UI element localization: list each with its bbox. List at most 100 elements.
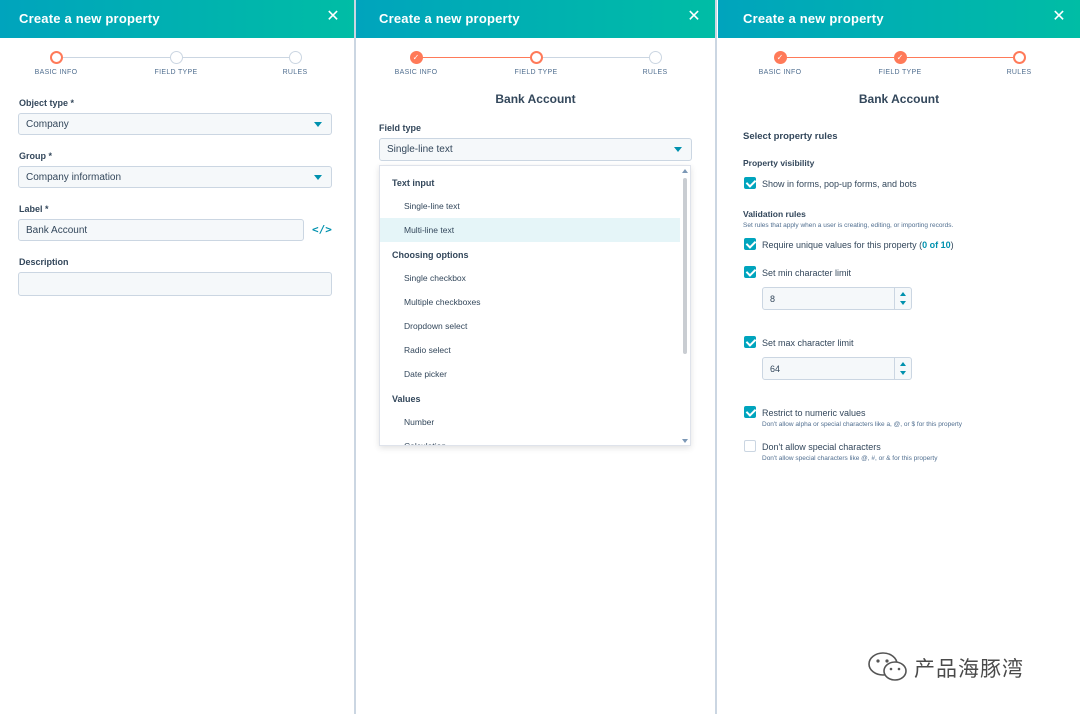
field-type-dropdown-menu: Text input Single-line text Multi-line t… <box>379 165 691 446</box>
field-type-label: Field type <box>379 123 422 133</box>
group-value: Company information <box>26 172 122 183</box>
step-label-rules: RULES <box>1006 69 1032 76</box>
step-label-rules: RULES <box>282 69 308 76</box>
menu-option-multi-line-text[interactable]: Multi-line text <box>380 218 680 242</box>
require-unique-checkbox[interactable] <box>744 238 756 250</box>
stepper: ✓ ✓ BASIC INFO FIELD TYPE RULES <box>718 50 1080 80</box>
panel-rules: Create a new property ✕ ✓ ✓ BASIC INFO F… <box>718 0 1080 714</box>
numeric-checkbox[interactable] <box>744 406 756 418</box>
label-value: Bank Account <box>26 225 88 236</box>
max-char-input[interactable]: 64 <box>762 357 912 380</box>
step-label-rules: RULES <box>642 69 668 76</box>
min-char-label: Set min character limit <box>762 268 852 278</box>
min-char-input[interactable]: 8 <box>762 287 912 310</box>
menu-option-date-picker[interactable]: Date picker <box>380 362 680 386</box>
step-line <box>542 57 649 58</box>
menu-group-choosing-options: Choosing options <box>392 250 469 260</box>
step-label-basic-info: BASIC INFO <box>394 69 438 76</box>
property-title: Bank Account <box>858 92 940 106</box>
menu-option-single-line-text[interactable]: Single-line text <box>380 194 680 218</box>
step-dot-field-type[interactable] <box>169 51 183 64</box>
wechat-watermark: 产品海豚湾 <box>866 650 1051 684</box>
step-line <box>62 57 170 58</box>
step-dot-rules[interactable] <box>288 51 302 64</box>
code-icon[interactable]: </> <box>312 223 332 236</box>
modal-title: Create a new property <box>379 11 520 26</box>
check-icon[interactable]: ✓ <box>409 51 423 64</box>
modal-header: Create a new property ✕ <box>0 0 354 38</box>
menu-option-number[interactable]: Number <box>380 410 680 434</box>
check-icon[interactable]: ✓ <box>893 51 907 64</box>
chevron-down-icon <box>314 175 322 180</box>
field-type-select[interactable]: Single-line text <box>379 138 692 161</box>
require-unique-label: Require unique values for this property … <box>762 240 954 250</box>
min-char-checkbox[interactable] <box>744 266 756 278</box>
step-line <box>786 57 894 58</box>
step-dot-rules[interactable] <box>1012 51 1026 64</box>
stepper-arrows-icon[interactable] <box>894 288 911 309</box>
property-visibility-label: Property visibility <box>743 158 815 168</box>
scroll-down-icon[interactable] <box>682 439 688 443</box>
description-label: Description <box>19 257 69 267</box>
scroll-up-icon[interactable] <box>682 169 688 173</box>
max-char-checkbox[interactable] <box>744 336 756 348</box>
validation-help-text: Set rules that apply when a user is crea… <box>743 222 954 229</box>
modal-header: Create a new property ✕ <box>356 0 715 38</box>
close-icon[interactable]: ✕ <box>323 7 343 27</box>
step-line <box>906 57 1013 58</box>
rules-section-title: Select property rules <box>743 131 838 142</box>
stepper: BASIC INFO FIELD TYPE RULES <box>0 50 354 80</box>
menu-option-dropdown-select[interactable]: Dropdown select <box>380 314 680 338</box>
property-title: Bank Account <box>495 92 576 106</box>
min-char-value: 8 <box>770 294 776 304</box>
step-line <box>182 57 289 58</box>
show-in-forms-label: Show in forms, pop-up forms, and bots <box>762 179 917 189</box>
close-icon[interactable]: ✕ <box>684 7 704 27</box>
menu-group-values: Values <box>392 394 421 404</box>
validation-rules-label: Validation rules <box>743 209 806 219</box>
close-icon[interactable]: ✕ <box>1049 7 1069 27</box>
panel-field-type: Create a new property ✕ ✓ BASIC INFO FIE… <box>356 0 715 714</box>
step-label-field-type: FIELD TYPE <box>878 69 922 76</box>
wechat-icon <box>868 652 907 681</box>
step-dot-rules[interactable] <box>648 51 662 64</box>
max-char-label: Set max character limit <box>762 338 854 348</box>
menu-option-calculation[interactable]: Calculation <box>380 434 680 445</box>
special-chars-checkbox[interactable] <box>744 440 756 452</box>
object-type-select[interactable]: Company <box>18 113 332 135</box>
step-label-field-type: FIELD TYPE <box>154 69 198 76</box>
check-icon[interactable]: ✓ <box>773 51 787 64</box>
step-label-basic-info: BASIC INFO <box>758 69 802 76</box>
special-chars-help-text: Don't allow special characters like @, #… <box>762 455 938 462</box>
group-select[interactable]: Company information <box>18 166 332 188</box>
modal-title: Create a new property <box>743 11 884 26</box>
step-label-basic-info: BASIC INFO <box>34 69 78 76</box>
scrollbar-thumb[interactable] <box>683 178 687 354</box>
label-input[interactable]: Bank Account <box>18 219 304 241</box>
panel-divider <box>715 0 717 714</box>
show-in-forms-checkbox[interactable] <box>744 177 756 189</box>
step-label-field-type: FIELD TYPE <box>514 69 558 76</box>
step-dot-field-type[interactable] <box>529 51 543 64</box>
step-dot-basic-info[interactable] <box>49 51 63 64</box>
special-chars-label: Don't allow special characters <box>762 442 881 452</box>
menu-option-multiple-checkboxes[interactable]: Multiple checkboxes <box>380 290 680 314</box>
modal-title: Create a new property <box>19 11 160 26</box>
chevron-down-icon <box>674 147 682 152</box>
object-type-label: Object type * <box>19 98 75 108</box>
modal-header: Create a new property ✕ <box>718 0 1080 38</box>
description-input[interactable] <box>18 272 332 296</box>
object-type-value: Company <box>26 119 69 130</box>
step-line <box>422 57 530 58</box>
unique-count: 0 of 10 <box>922 240 951 250</box>
chevron-down-icon <box>314 122 322 127</box>
group-label: Group * <box>19 151 52 161</box>
numeric-help-text: Don't allow alpha or special characters … <box>762 421 963 428</box>
menu-option-single-checkbox[interactable]: Single checkbox <box>380 266 680 290</box>
numeric-label: Restrict to numeric values <box>762 408 866 418</box>
stepper: ✓ BASIC INFO FIELD TYPE RULES <box>356 50 715 80</box>
menu-option-radio-select[interactable]: Radio select <box>380 338 680 362</box>
watermark-text: 产品海豚湾 <box>914 657 1024 681</box>
panel-basic-info: Create a new property ✕ BASIC INFO FIELD… <box>0 0 354 714</box>
stepper-arrows-icon[interactable] <box>894 358 911 379</box>
